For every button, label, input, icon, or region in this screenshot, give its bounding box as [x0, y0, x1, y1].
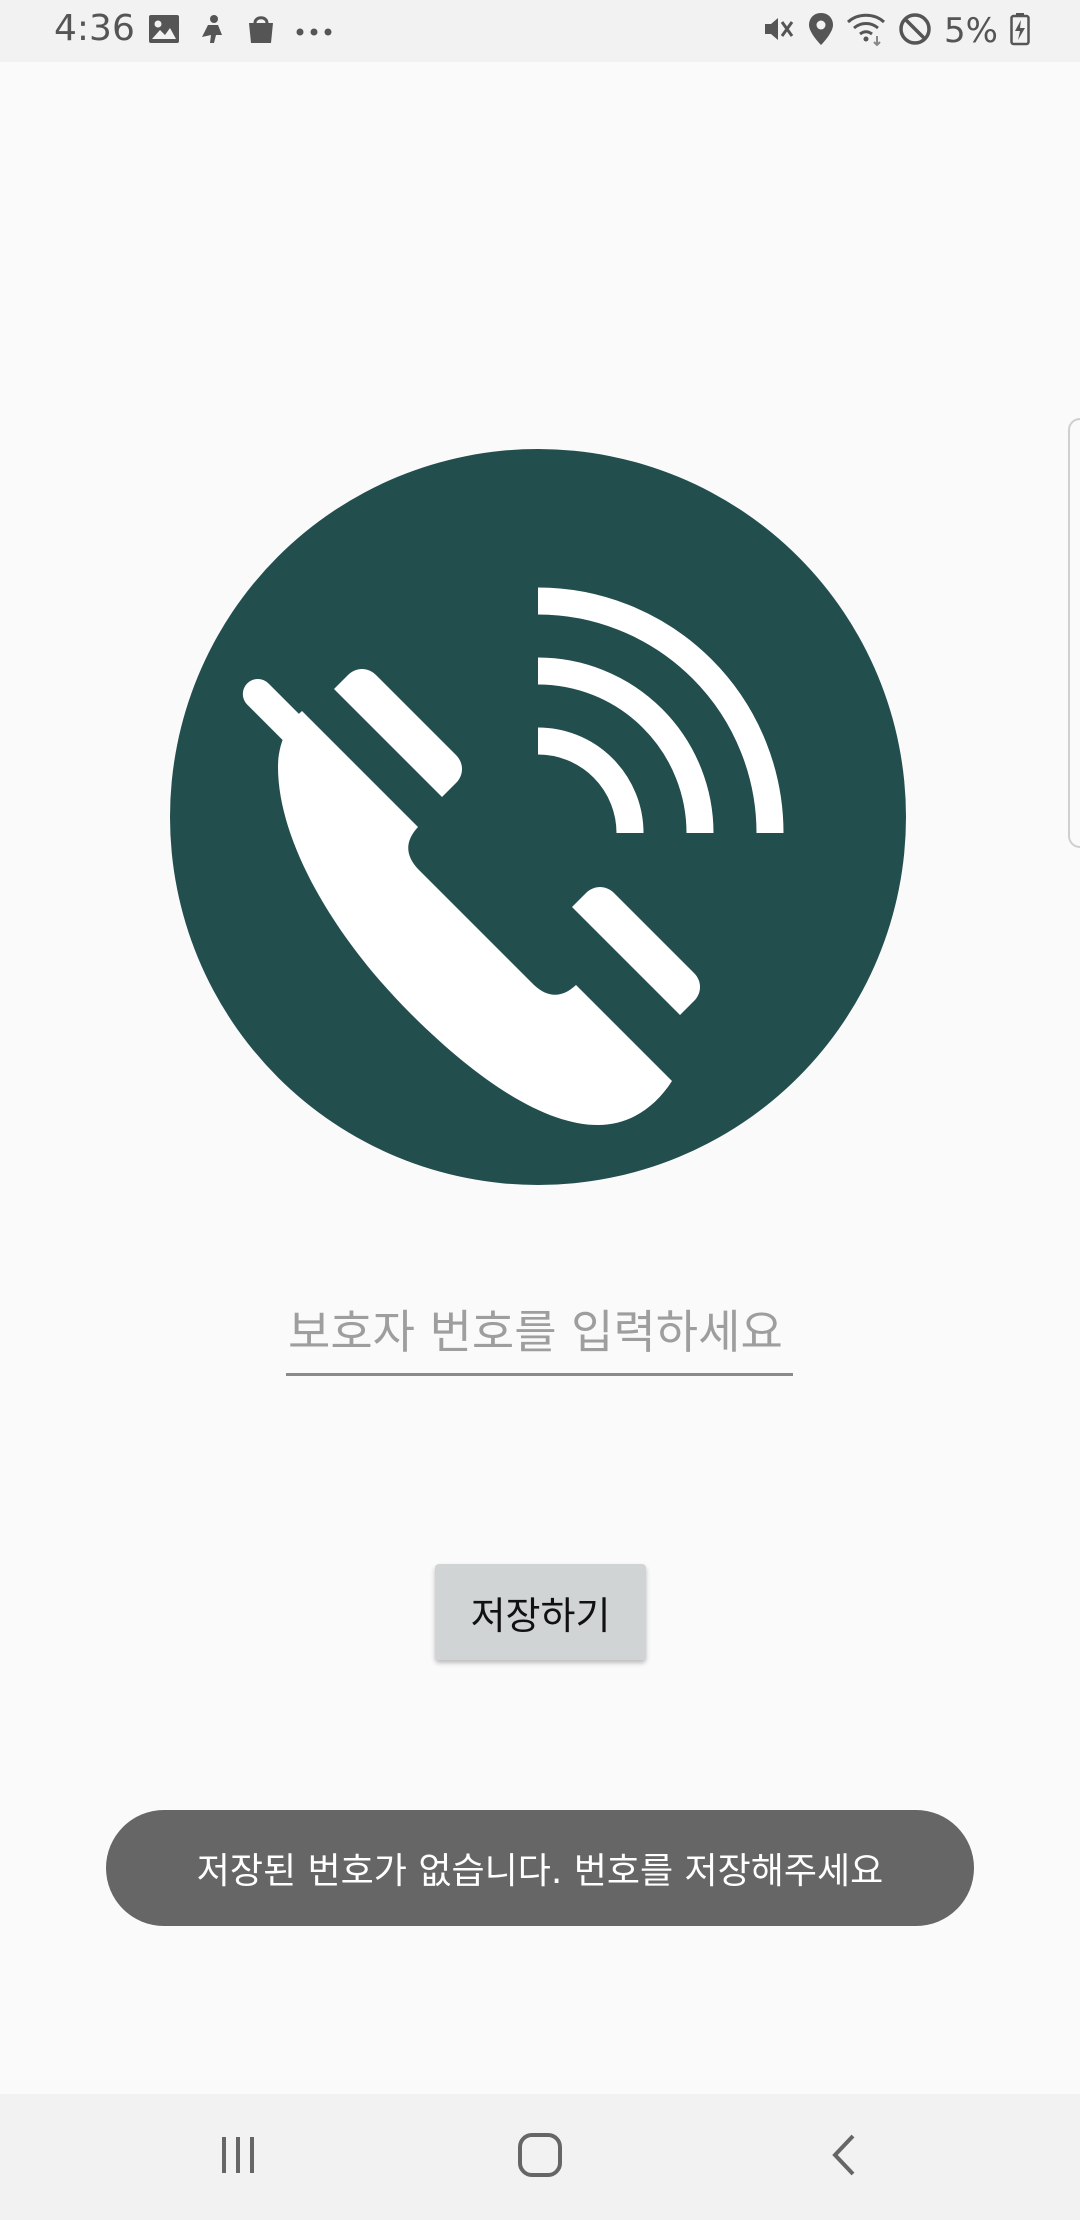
do-not-disturb-icon — [898, 12, 932, 50]
back-icon — [829, 2133, 859, 2181]
guardian-phone-input[interactable] — [286, 1296, 793, 1376]
location-icon — [808, 12, 834, 50]
status-notification-icons — [148, 14, 334, 48]
wifi-icon — [846, 12, 886, 50]
status-system-icons: 5% — [762, 11, 1030, 51]
app-screen: 4:36 5% 보호자 번호를 입력하세요 저장하기 저장된 번호가 없습니다.… — [0, 0, 1080, 2220]
status-bar: 4:36 5% — [0, 0, 1080, 62]
recent-apps-icon — [216, 2135, 260, 2179]
gallery-icon — [148, 14, 180, 48]
navigation-bar — [0, 2094, 1080, 2220]
edge-panel-handle[interactable] — [1068, 418, 1080, 848]
more-dots-icon — [294, 22, 334, 41]
home-icon — [517, 2132, 563, 2182]
back-button[interactable] — [804, 2124, 884, 2190]
game-launcher-icon — [198, 13, 228, 49]
recent-apps-button[interactable] — [198, 2124, 278, 2190]
battery-percent: 5% — [944, 11, 998, 51]
status-time: 4:36 — [54, 8, 135, 49]
shopping-bag-icon — [246, 13, 276, 49]
toast-message: 저장된 번호가 없습니다. 번호를 저장해주세요 — [106, 1810, 974, 1926]
save-button[interactable]: 저장하기 — [435, 1564, 646, 1660]
toast-text: 저장된 번호가 없습니다. 번호를 저장해주세요 — [196, 1851, 884, 1892]
phone-ringing-icon — [170, 449, 906, 1185]
battery-charging-icon — [1010, 12, 1030, 50]
home-button[interactable] — [500, 2124, 580, 2190]
mute-vibrate-icon — [762, 12, 796, 50]
